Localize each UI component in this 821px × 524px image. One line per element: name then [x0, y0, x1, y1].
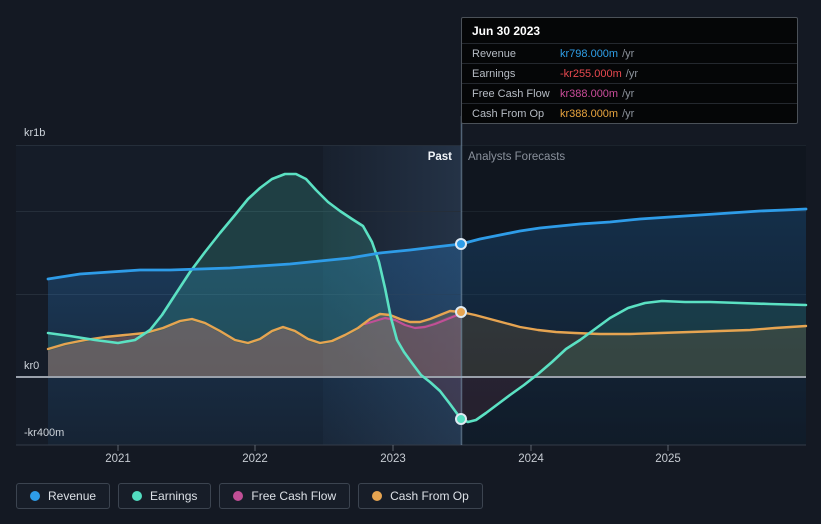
tooltip-row-revenue: Revenue kr798.000m /yr: [462, 43, 797, 63]
tooltip-value: kr388.000m: [560, 87, 619, 100]
y-label-0: kr0: [24, 360, 39, 372]
legend-item-cash-from-op[interactable]: Cash From Op: [358, 483, 483, 509]
x-label-2024: 2024: [518, 453, 544, 465]
legend-item-earnings[interactable]: Earnings: [118, 483, 212, 509]
earnings-dot-icon: [132, 491, 143, 501]
x-label-2025: 2025: [655, 453, 681, 465]
x-axis-ticks: [117, 445, 669, 451]
chart-legend: Revenue Earnings Free Cash Flow Cash Fro…: [16, 483, 483, 509]
legend-item-free-cash-flow[interactable]: Free Cash Flow: [219, 483, 351, 509]
y-label-1b: kr1b: [24, 127, 45, 139]
cash-from-op-dot-icon: [372, 491, 383, 501]
legend-label: Revenue: [48, 489, 97, 503]
chart-tooltip: Jun 30 2023 Revenue kr798.000m /yr Earni…: [461, 17, 798, 124]
legend-label: Free Cash Flow: [251, 489, 337, 503]
tooltip-label: Earnings: [472, 67, 516, 80]
tooltip-row-cash-from-op: Cash From Op kr388.000m /yr: [462, 103, 797, 123]
legend-label: Earnings: [150, 489, 198, 503]
y-label-neg400m: -kr400m: [24, 427, 64, 439]
earnings-revenue-growth-chart: Past Analysts Forecasts kr1b kr0 -kr400m…: [0, 0, 821, 524]
tooltip-value: kr388.000m: [560, 107, 619, 120]
forecast-region-overlay: [461, 145, 806, 445]
cash-from-op-marker: [455, 306, 467, 318]
analysts-forecasts-label: Analysts Forecasts: [468, 151, 565, 163]
tooltip-label: Revenue: [472, 47, 517, 60]
tooltip-unit: /yr: [622, 87, 635, 100]
tooltip-row-free-cash-flow: Free Cash Flow kr388.000m /yr: [462, 83, 797, 103]
legend-item-revenue[interactable]: Revenue: [16, 483, 111, 509]
tooltip-label: Free Cash Flow: [472, 87, 550, 100]
past-label: Past: [428, 151, 452, 163]
tooltip-label: Cash From Op: [472, 107, 545, 120]
tooltip-row-earnings: Earnings -kr255.000m /yr: [462, 63, 797, 83]
earnings-marker: [455, 413, 467, 425]
tooltip-unit: /yr: [622, 107, 635, 120]
revenue-dot-icon: [30, 491, 40, 501]
revenue-marker: [455, 238, 467, 250]
x-label-2021: 2021: [105, 453, 131, 465]
tooltip-unit: /yr: [622, 47, 635, 60]
free-cash-flow-dot-icon: [233, 491, 244, 501]
x-label-2023: 2023: [380, 453, 406, 465]
tooltip-date: Jun 30 2023: [472, 24, 541, 38]
x-label-2022: 2022: [242, 453, 268, 465]
tooltip-value: -kr255.000m: [560, 67, 622, 80]
legend-label: Cash From Op: [390, 489, 469, 503]
tooltip-value: kr798.000m: [560, 47, 619, 60]
tooltip-unit: /yr: [625, 67, 638, 80]
